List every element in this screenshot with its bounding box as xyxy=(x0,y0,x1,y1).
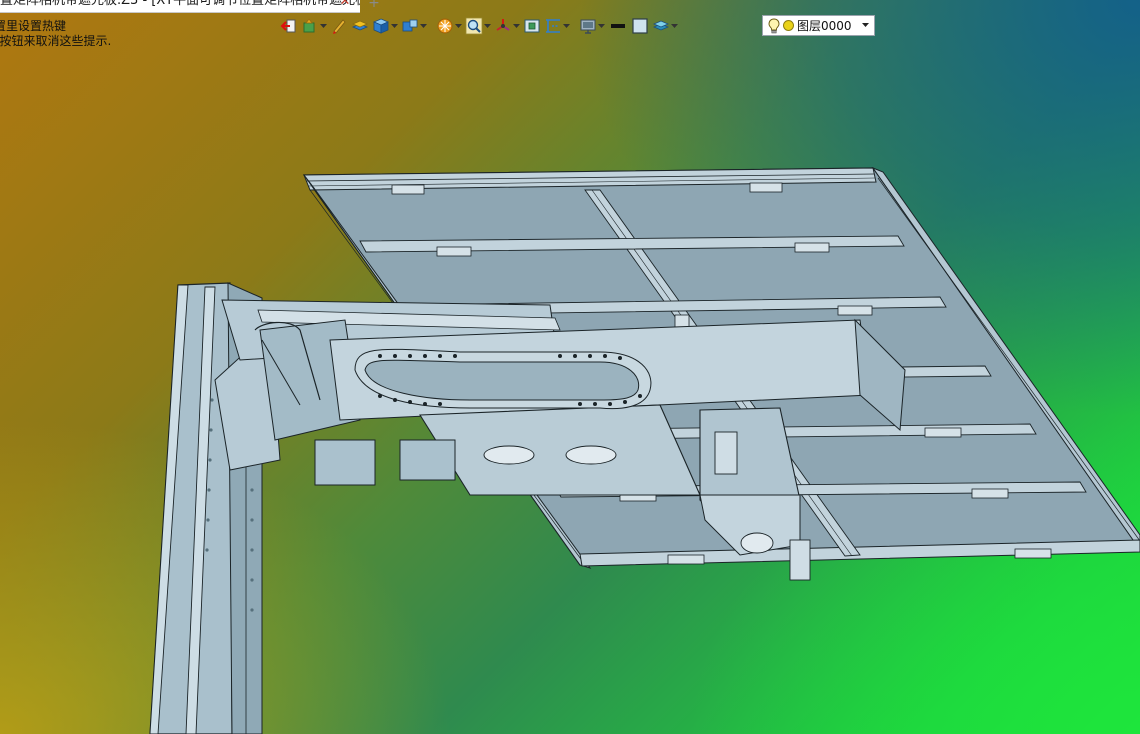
frame-button[interactable] xyxy=(523,16,541,36)
close-tab-icon[interactable]: ✕ xyxy=(338,0,352,10)
chevron-down-icon[interactable] xyxy=(670,16,678,36)
exit-sketch-button[interactable] xyxy=(280,16,298,36)
document-tab[interactable]: 置矩阵相机带遮光板.Z3 - [XY平面可调节位置矩阵相机带遮光板] ✕ xyxy=(0,0,360,13)
line-color-icon xyxy=(608,17,628,35)
line-color-button[interactable] xyxy=(608,16,628,36)
section-plane-icon xyxy=(544,17,562,35)
display-button[interactable] xyxy=(579,16,605,36)
3d-viewport[interactable] xyxy=(0,0,1140,734)
chevron-down-icon[interactable] xyxy=(597,16,605,36)
hint-text-line-1: 置里设置热键 xyxy=(0,19,67,33)
chevron-down-icon[interactable] xyxy=(319,16,327,36)
chevron-down-icon[interactable] xyxy=(859,16,871,35)
axis-triad-button[interactable] xyxy=(494,16,520,36)
layer-stack-button[interactable] xyxy=(351,16,369,36)
cad-model[interactable] xyxy=(0,0,1140,734)
chevron-down-icon[interactable] xyxy=(483,16,491,36)
new-tab-button[interactable]: + xyxy=(366,0,382,10)
document-tab-title: 置矩阵相机带遮光板.Z3 - [XY平面可调节位置矩阵相机带遮光板] xyxy=(0,0,360,8)
zoom-button[interactable] xyxy=(465,16,491,36)
chevron-down-icon[interactable] xyxy=(419,16,427,36)
component-button[interactable] xyxy=(301,16,327,36)
style-layer-button[interactable] xyxy=(652,16,678,36)
render-mode-icon xyxy=(436,17,454,35)
section-plane-button[interactable] xyxy=(544,16,570,36)
face-color-icon xyxy=(631,17,649,35)
chevron-down-icon[interactable] xyxy=(512,16,520,36)
zoom-icon xyxy=(465,17,483,35)
chevron-down-icon[interactable] xyxy=(562,16,570,36)
view-toolbar xyxy=(280,15,681,37)
view-cube-button[interactable] xyxy=(401,16,427,36)
pencil-button[interactable] xyxy=(330,16,348,36)
frame-icon xyxy=(523,17,541,35)
shaded-cube-button[interactable] xyxy=(372,16,398,36)
chevron-down-icon[interactable] xyxy=(454,16,462,36)
style-layer-icon xyxy=(652,17,670,35)
pencil-icon xyxy=(330,17,348,35)
view-cube-icon xyxy=(401,17,419,35)
exit-sketch-icon xyxy=(280,17,298,35)
bulb-icon[interactable] xyxy=(768,18,780,34)
layer-stack-icon xyxy=(351,17,369,35)
axis-triad-icon xyxy=(494,17,512,35)
layer-name: 图层0000 xyxy=(797,19,852,33)
shaded-cube-icon xyxy=(372,17,390,35)
display-icon xyxy=(579,17,597,35)
hint-text-line-2: "按钮来取消这些提示. xyxy=(0,34,112,48)
layer-color-swatch xyxy=(783,20,794,31)
face-color-button[interactable] xyxy=(631,16,649,36)
render-mode-button[interactable] xyxy=(436,16,462,36)
component-icon xyxy=(301,17,319,35)
layer-select[interactable]: 图层0000 xyxy=(762,15,875,36)
chevron-down-icon[interactable] xyxy=(390,16,398,36)
